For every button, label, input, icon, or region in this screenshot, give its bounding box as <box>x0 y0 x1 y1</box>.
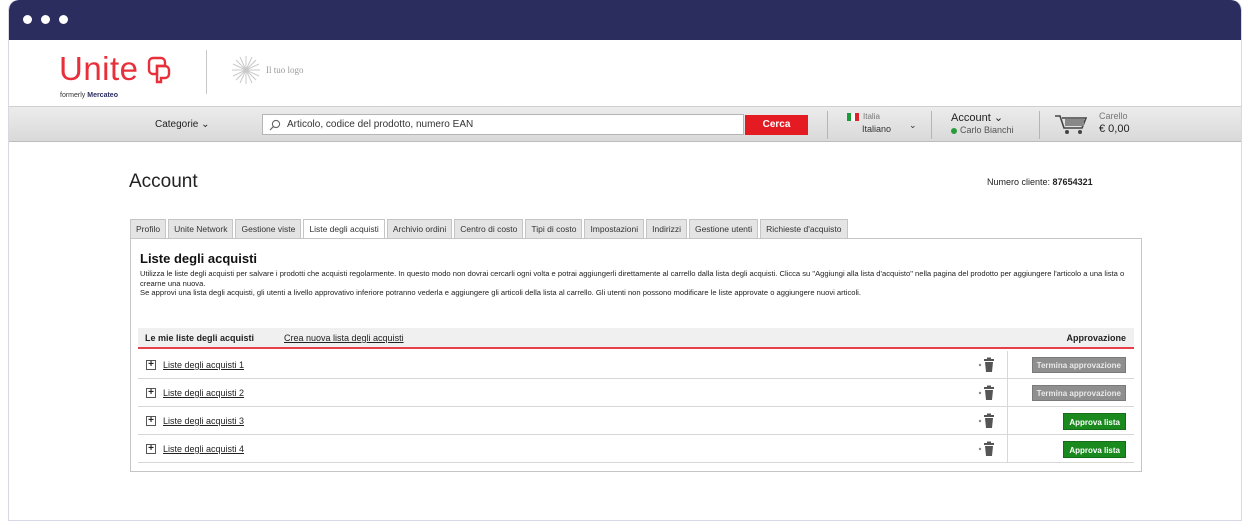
tab-centro-di-costo[interactable]: Centro di costo <box>454 219 524 239</box>
account-tabs: Profilo Unite Network Gestione viste Lis… <box>130 219 848 240</box>
approve-list-button[interactable]: Approva lista <box>1063 413 1126 430</box>
window-dot-icon[interactable] <box>41 15 50 24</box>
trash-icon[interactable] <box>978 385 996 401</box>
row-divider <box>1007 379 1008 407</box>
tab-archivio-ordini[interactable]: Archivio ordini <box>386 219 453 239</box>
search-icon <box>269 119 281 131</box>
site-header: Unite formerly Mercateo Il tuo logo <box>9 40 1241 106</box>
end-approval-button[interactable]: Termina approvazione <box>1031 385 1126 401</box>
table-row: + Liste degli acquisti 1 Termina approva… <box>138 351 1134 379</box>
window-dot-icon[interactable] <box>23 15 32 24</box>
trash-icon[interactable] <box>978 357 996 373</box>
formerly-note: formerly Mercateo <box>60 92 118 99</box>
chevron-down-icon: ⌄ <box>993 112 1004 124</box>
chevron-down-icon[interactable]: ⌄ <box>909 120 917 131</box>
expand-icon[interactable]: + <box>146 416 156 426</box>
sunburst-logo-icon <box>232 56 260 84</box>
cart-icon[interactable] <box>1054 113 1090 135</box>
search-button[interactable]: Cerca <box>745 115 808 135</box>
panel-title: Liste degli acquisti <box>140 251 258 266</box>
tab-richieste-acquisto[interactable]: Richieste d'acquisto <box>760 219 848 239</box>
shopping-lists-panel: Liste degli acquisti Utilizza le liste d… <box>130 238 1142 472</box>
approval-column-header: Approvazione <box>1066 333 1126 343</box>
categories-menu[interactable]: Categorie ⌄ <box>155 119 210 130</box>
expand-icon[interactable]: + <box>146 444 156 454</box>
language-label[interactable]: Italiano <box>862 124 891 134</box>
unite-logo-icon <box>147 56 171 84</box>
trash-icon[interactable] <box>978 413 996 429</box>
search-placeholder: Articolo, codice del prodotto, numero EA… <box>287 119 474 130</box>
cart-total: € 0,00 <box>1099 123 1130 135</box>
list-link[interactable]: Liste degli acquisti 4 <box>163 444 244 454</box>
tab-unite-network[interactable]: Unite Network <box>168 219 234 239</box>
user-name: Carlo Bianchi <box>960 125 1014 135</box>
main-toolbar: Categorie ⌄ Articolo, codice del prodott… <box>9 106 1241 142</box>
row-divider <box>1007 407 1008 435</box>
my-lists-label: Le mie liste degli acquisti <box>145 333 255 343</box>
toolbar-divider <box>931 111 932 139</box>
page-title: Account <box>129 171 198 192</box>
table-row: + Liste degli acquisti 3 Approva lista <box>138 407 1134 435</box>
expand-icon[interactable]: + <box>146 388 156 398</box>
lists-table-header: Le mie liste degli acquisti Crea nuova l… <box>138 328 1134 349</box>
window-dot-icon[interactable] <box>59 15 68 24</box>
trash-icon[interactable] <box>978 441 996 457</box>
list-link[interactable]: Liste degli acquisti 3 <box>163 416 244 426</box>
customer-number: Numero cliente: 87654321 <box>987 177 1093 187</box>
search-input[interactable]: Articolo, codice del prodotto, numero EA… <box>262 114 744 135</box>
toolbar-divider <box>827 111 828 139</box>
approve-list-button[interactable]: Approva lista <box>1063 441 1126 458</box>
list-link[interactable]: Liste degli acquisti 2 <box>163 388 244 398</box>
online-status-icon <box>951 128 957 134</box>
logo-divider <box>206 50 207 94</box>
tab-gestione-viste[interactable]: Gestione viste <box>235 219 302 239</box>
tab-gestione-utenti[interactable]: Gestione utenti <box>688 219 759 239</box>
row-divider <box>1007 351 1008 379</box>
cart-label[interactable]: Carello <box>1099 111 1128 121</box>
table-row: + Liste degli acquisti 4 Approva lista <box>138 435 1134 463</box>
list-link[interactable]: Liste degli acquisti 1 <box>163 360 244 370</box>
window-titlebar <box>9 0 1241 40</box>
custom-logo-placeholder: Il tuo logo <box>266 65 304 75</box>
account-menu[interactable]: Account ⌄ <box>951 111 1003 124</box>
country-label[interactable]: Italia <box>863 112 880 121</box>
create-list-link[interactable]: Crea nuova lista degli acquisti <box>284 333 404 343</box>
brand-logo-text[interactable]: Unite <box>59 50 139 88</box>
tab-tipi-di-costo[interactable]: Tipi di costo <box>525 219 583 239</box>
toolbar-divider <box>1039 111 1040 139</box>
browser-window: Unite formerly Mercateo Il tuo logo Cate… <box>8 0 1242 521</box>
row-divider <box>1007 435 1008 463</box>
chevron-down-icon: ⌄ <box>201 119 210 130</box>
tab-liste-degli-acquisti[interactable]: Liste degli acquisti <box>303 219 385 240</box>
tab-indirizzi[interactable]: Indirizzi <box>646 219 687 239</box>
italy-flag-icon <box>847 113 859 121</box>
expand-icon[interactable]: + <box>146 360 156 370</box>
tab-impostazioni[interactable]: Impostazioni <box>584 219 645 239</box>
table-row: + Liste degli acquisti 2 Termina approva… <box>138 379 1134 407</box>
tab-profilo[interactable]: Profilo <box>130 219 167 239</box>
panel-description: Utilizza le liste degli acquisti per sal… <box>140 269 1125 297</box>
end-approval-button[interactable]: Termina approvazione <box>1031 357 1126 373</box>
